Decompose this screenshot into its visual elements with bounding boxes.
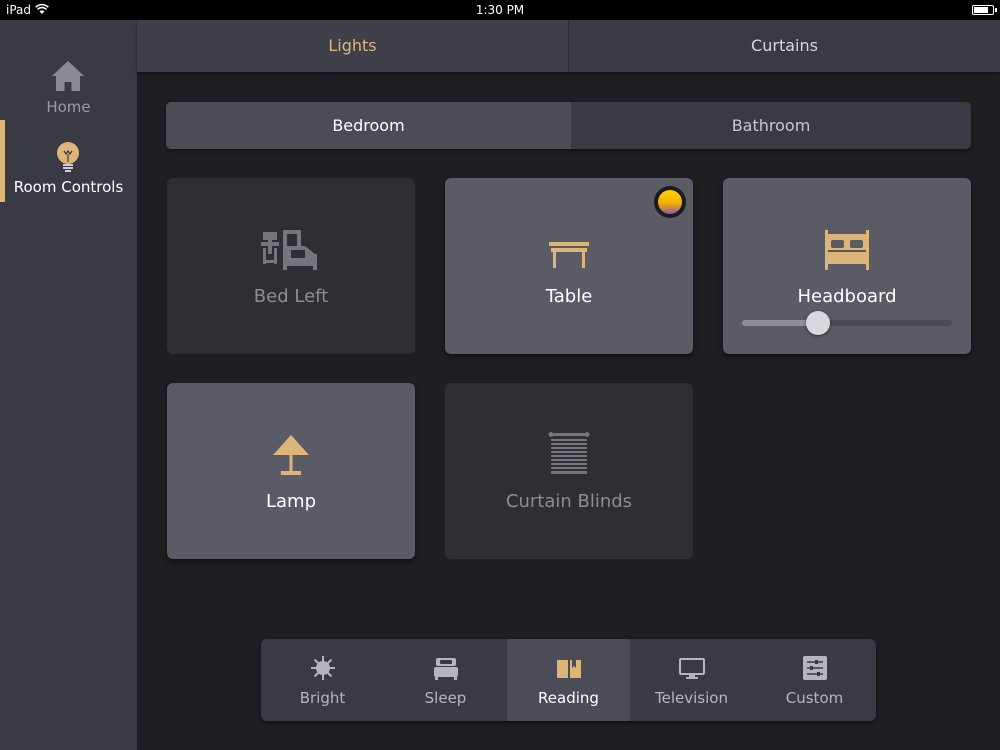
bedroom-furniture-icon <box>261 230 317 270</box>
device-label: Bed Left <box>253 286 329 307</box>
sidebar-item-label: Room Controls <box>13 178 124 196</box>
scene-reading[interactable]: Reading <box>507 639 630 721</box>
device-tile-lamp[interactable]: Lamp <box>167 383 415 559</box>
scene-custom[interactable]: Custom <box>753 639 876 721</box>
room-selector: Bedroom Bathroom <box>166 102 971 149</box>
device-label: Curtain Blinds <box>505 491 633 512</box>
sidebar-item-label: Home <box>46 98 91 116</box>
table-icon <box>549 242 589 268</box>
device-label: Headboard <box>797 286 897 307</box>
battery-icon <box>972 5 997 15</box>
room-tab-bathroom[interactable]: Bathroom <box>571 102 971 149</box>
scene-label: Television <box>655 689 728 707</box>
lightbulb-icon <box>57 142 79 172</box>
scene-label: Sleep <box>424 689 467 707</box>
device-label: Table <box>545 286 593 307</box>
brightness-slider[interactable] <box>742 311 952 335</box>
lamp-icon <box>273 435 309 475</box>
scene-label: Custom <box>785 689 844 707</box>
sidebar: Home Room Controls <box>0 20 137 750</box>
active-light-indicator <box>654 186 686 218</box>
home-icon <box>52 61 84 91</box>
scene-label: Reading <box>538 689 599 707</box>
status-bar: iPad 1:30 PM <box>0 0 1000 20</box>
room-tab-bedroom[interactable]: Bedroom <box>166 102 571 149</box>
blinds-icon <box>548 432 590 474</box>
sliders-icon <box>803 656 827 680</box>
device-tile-bed-left[interactable]: Bed Left <box>167 178 415 354</box>
status-dot <box>658 190 682 214</box>
device-label: Lamp <box>265 491 317 512</box>
sidebar-item-home[interactable]: Home <box>0 40 137 120</box>
top-tabs: Lights Curtains <box>137 20 1000 72</box>
bed-icon <box>825 230 869 270</box>
tv-icon <box>679 658 705 679</box>
sleep-bed-icon <box>434 658 458 680</box>
device-tile-headboard[interactable]: Headboard <box>723 178 971 354</box>
tab-curtains[interactable]: Curtains <box>569 20 1000 72</box>
scene-television[interactable]: Television <box>630 639 753 721</box>
book-icon <box>557 660 581 678</box>
slider-thumb[interactable] <box>805 311 830 335</box>
status-time: 1:30 PM <box>475 3 525 17</box>
device-tile-table[interactable]: Table <box>445 178 693 354</box>
scene-bright[interactable]: Bright <box>261 639 384 721</box>
sun-icon <box>311 656 335 680</box>
device-tile-curtain-blinds[interactable]: Curtain Blinds <box>445 383 693 559</box>
scene-label: Bright <box>299 689 346 707</box>
tab-lights[interactable]: Lights <box>137 20 568 72</box>
scenes-bar: Bright Sleep Reading Television Custom <box>261 639 876 721</box>
scene-sleep[interactable]: Sleep <box>384 639 507 721</box>
sidebar-item-room-controls[interactable]: Room Controls <box>0 120 137 202</box>
